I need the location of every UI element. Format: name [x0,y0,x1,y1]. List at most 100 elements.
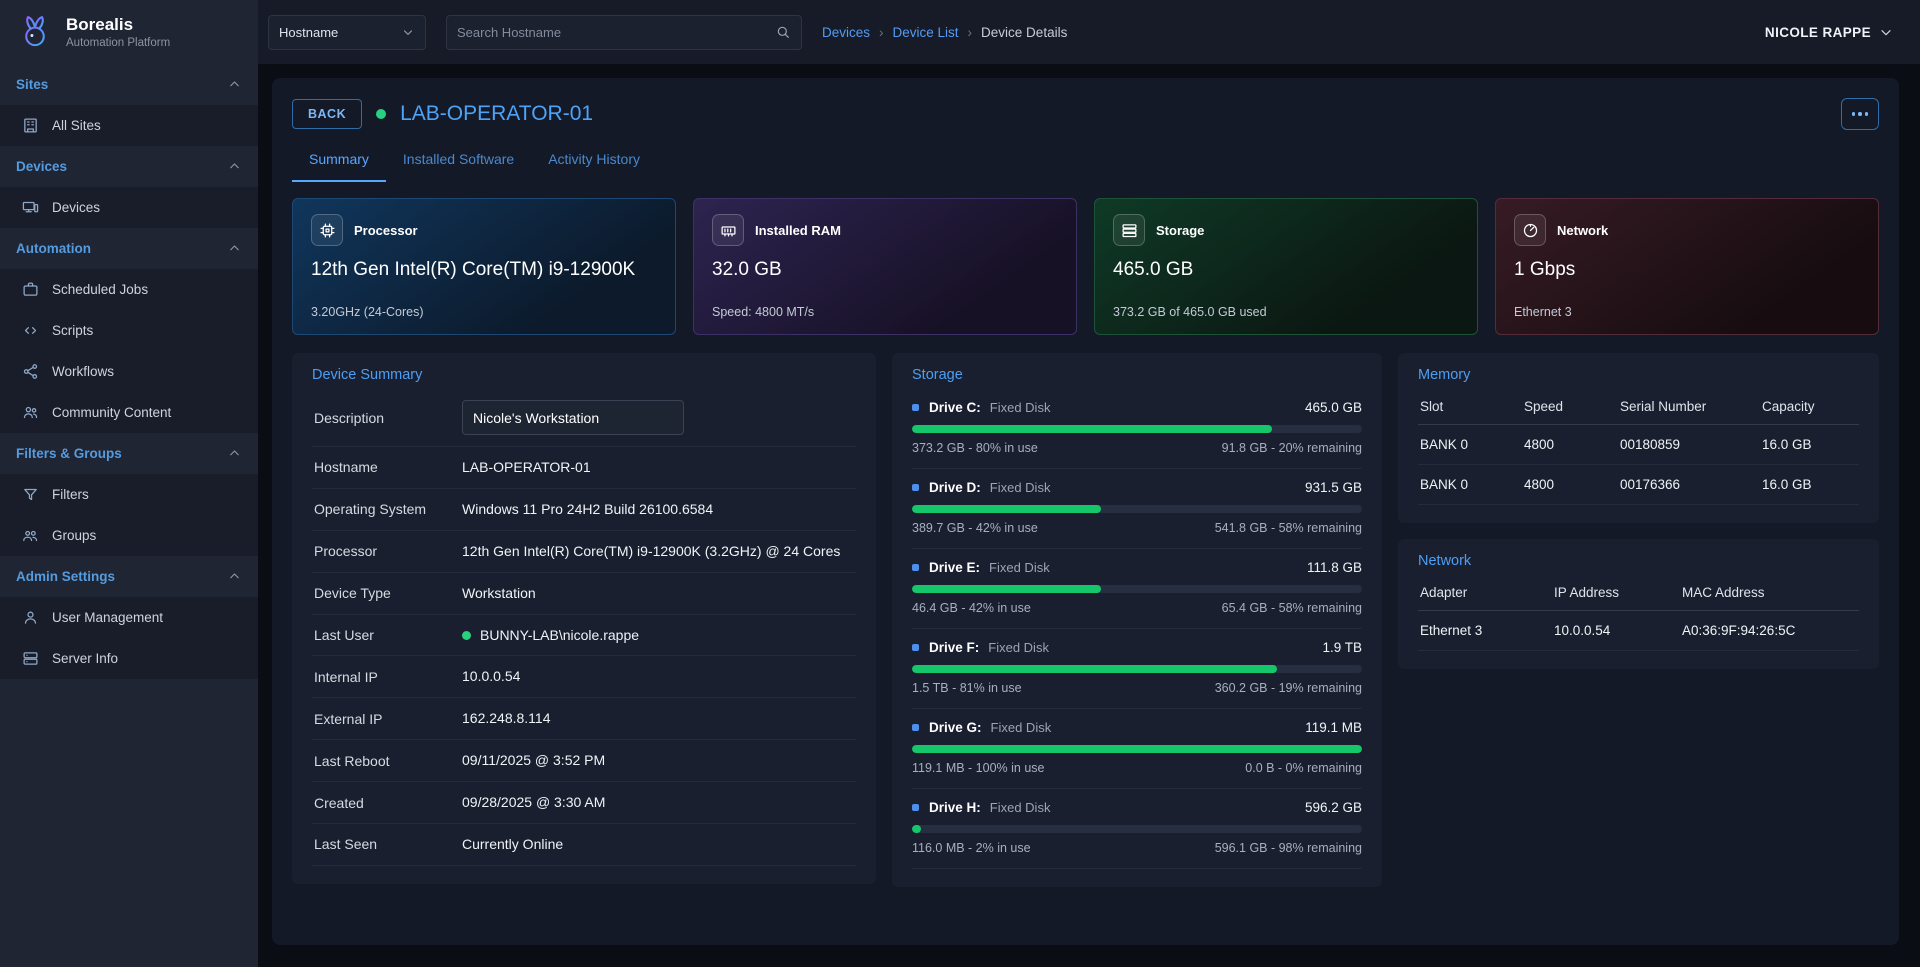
hostname-filter-select[interactable]: Hostname [268,15,426,50]
borealis-logo [14,11,56,53]
drive-type: Fixed Disk [991,720,1052,735]
memory-table-header: Slot Speed Serial Number Capacity [1418,389,1859,425]
sidebar-section-admin-settings[interactable]: Admin Settings [0,556,258,597]
section-label: Admin Settings [16,569,115,584]
more-actions-button[interactable] [1841,98,1879,130]
summary-label: Last Reboot [314,753,438,769]
sidebar-item-community-content[interactable]: Community Content [0,392,258,433]
user-icon [22,609,39,626]
brand: Borealis Automation Platform [0,0,258,64]
stat-value: 32.0 GB [712,259,1058,281]
filter-icon [22,486,39,503]
tab-activity-history[interactable]: Activity History [531,138,657,182]
column-header: Adapter [1420,585,1554,600]
column-header: IP Address [1554,585,1682,600]
sidebar-section-automation[interactable]: Automation [0,228,258,269]
breadcrumb-device-list[interactable]: Device List [893,25,959,40]
summary-value: BUNNY-LAB\nicole.rappe [480,626,639,645]
summary-label: Internal IP [314,669,438,685]
sidebar-item-server-info[interactable]: Server Info [0,638,258,679]
back-button[interactable]: BACK [292,99,362,129]
sidebar-section-sites[interactable]: Sites [0,64,258,105]
sidebar-item-scheduled-jobs[interactable]: Scheduled Jobs [0,269,258,310]
summary-label: External IP [314,711,438,727]
drive-name: Drive F: [929,640,979,655]
search-input[interactable] [457,25,767,40]
network-card: Network Adapter IP Address MAC Address E… [1398,539,1879,669]
stat-footer: 3.20GHz (24-Cores) [311,305,657,319]
briefcase-icon [22,281,39,298]
summary-value: LAB-OPERATOR-01 [462,458,854,477]
sidebar-section-filters-groups[interactable]: Filters & Groups [0,433,258,474]
page: BACK LAB-OPERATOR-01 Summary Installed S… [258,64,1920,967]
cell-speed: 4800 [1524,437,1620,452]
sidebar-item-all-sites[interactable]: All Sites [0,105,258,146]
drive-size: 1.9 TB [1322,640,1362,655]
card-title: Memory [1418,367,1859,383]
detail-columns: Device Summary Description Hostname LAB-… [292,353,1879,887]
breadcrumb: Devices › Device List › Device Details [822,25,1067,40]
stat-card-storage: Storage 465.0 GB 373.2 GB of 465.0 GB us… [1094,198,1478,335]
drive-type: Fixed Disk [990,400,1051,415]
cell-serial: 00176366 [1620,477,1762,492]
server-icon [22,650,39,667]
drive-bullet-icon [912,644,919,651]
drive-row-h: Drive H: Fixed Disk 596.2 GB 116.0 MB - … [912,789,1362,869]
sidebar-item-label: Groups [52,528,96,543]
tab-installed-software[interactable]: Installed Software [386,138,531,182]
sidebar-section-devices[interactable]: Devices [0,146,258,187]
drive-remaining-text: 65.4 GB - 58% remaining [1222,601,1362,615]
user-menu[interactable]: NICOLE RAPPE [1765,24,1894,40]
community-icon [22,404,39,421]
column-header: MAC Address [1682,585,1857,600]
summary-row: Last Reboot 09/11/2025 @ 3:52 PM [312,740,856,782]
stat-footer: Speed: 4800 MT/s [712,305,1058,319]
drive-size: 119.1 MB [1305,720,1362,735]
description-input[interactable] [462,400,684,435]
code-icon [22,322,39,339]
summary-row: Device Type Workstation [312,573,856,615]
breadcrumb-separator: › [879,25,884,40]
summary-value: 162.248.8.114 [462,709,854,728]
sidebar-item-label: Server Info [52,651,118,666]
drive-row-d: Drive D: Fixed Disk 931.5 GB 389.7 GB - … [912,469,1362,549]
sidebar-item-user-management[interactable]: User Management [0,597,258,638]
summary-row: Hostname LAB-OPERATOR-01 [312,447,856,489]
breadcrumb-devices[interactable]: Devices [822,25,870,40]
sidebar-item-workflows[interactable]: Workflows [0,351,258,392]
drive-name: Drive G: [929,720,982,735]
stat-value: 12th Gen Intel(R) Core(TM) i9-12900K [311,259,657,281]
summary-label: Hostname [314,459,438,475]
drive-row-e: Drive E: Fixed Disk 111.8 GB 46.4 GB - 4… [912,549,1362,629]
network-icon [1514,214,1546,246]
sidebar-item-devices[interactable]: Devices [0,187,258,228]
sidebar-item-groups[interactable]: Groups [0,515,258,556]
device-header: BACK LAB-OPERATOR-01 [292,98,1879,130]
card-title: Storage [912,367,1362,383]
stat-card-network: Network 1 Gbps Ethernet 3 [1495,198,1879,335]
drive-name: Drive E: [929,560,980,575]
chevron-up-icon [227,446,242,461]
chevron-down-icon [1878,24,1894,40]
memory-card: Memory Slot Speed Serial Number Capacity… [1398,353,1879,523]
drive-bullet-icon [912,564,919,571]
summary-value: 12th Gen Intel(R) Core(TM) i9-12900K (3.… [462,542,854,561]
summary-row: Last User BUNNY-LAB\nicole.rappe [312,615,856,657]
sidebar-item-filters[interactable]: Filters [0,474,258,515]
drive-remaining-text: 541.8 GB - 58% remaining [1215,521,1362,535]
summary-value: Windows 11 Pro 24H2 Build 26100.6584 [462,500,854,519]
chevron-down-icon [401,25,415,39]
summary-row: Created 09/28/2025 @ 3:30 AM [312,782,856,824]
breadcrumb-separator: › [968,25,973,40]
search-icon[interactable] [775,24,791,40]
device-summary-card: Device Summary Description Hostname LAB-… [292,353,876,884]
user-online-dot [462,631,471,640]
tab-summary[interactable]: Summary [292,138,386,182]
right-column: Memory Slot Speed Serial Number Capacity… [1398,353,1879,669]
sidebar-item-scripts[interactable]: Scripts [0,310,258,351]
main-area: Hostname Devices › Device List › Device … [258,0,1920,967]
devices-icon [22,199,39,216]
hostname-filter-value: Hostname [279,25,338,40]
summary-label: Last User [314,627,438,643]
drive-usage-bar [912,425,1362,433]
